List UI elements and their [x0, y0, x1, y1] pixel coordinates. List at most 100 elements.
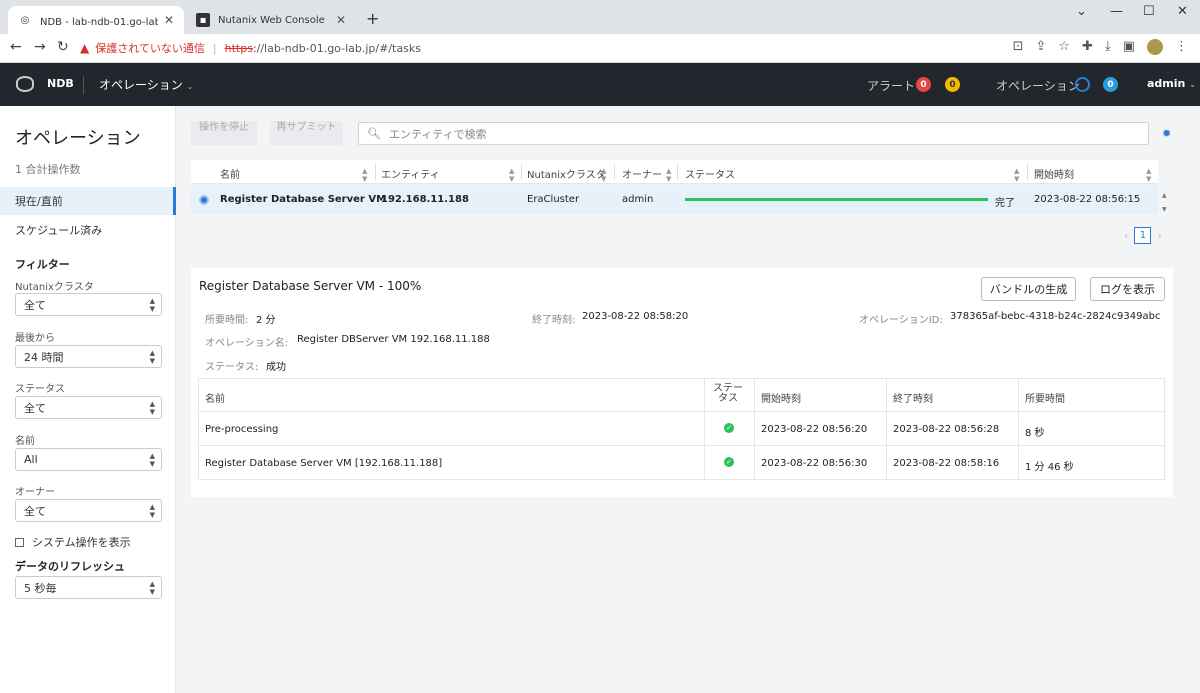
warning-triangle-icon: ▲: [80, 41, 90, 55]
column-header-status[interactable]: ステータス: [685, 166, 735, 181]
steps-column-status: ステータス: [713, 383, 743, 404]
tab-search-icon[interactable]: ⌄: [1076, 4, 1087, 19]
table-row[interactable]: Register Database Server VM 192.168.11.1…: [191, 185, 1158, 214]
close-window-icon[interactable]: ✕: [1177, 4, 1188, 19]
page-title: オペレーション: [15, 128, 141, 149]
filter-select-cluster[interactable]: 全て ▲ ▼: [15, 293, 162, 316]
refresh-select[interactable]: 5 秒毎 ▲ ▼: [15, 576, 162, 599]
filter-label-cluster: Nutanixクラスタ: [15, 282, 94, 293]
sidebar-item-scheduled[interactable]: スケジュール済み: [0, 216, 176, 244]
filter-select-since[interactable]: 24 時間 ▲ ▼: [15, 345, 162, 368]
column-header-name[interactable]: 名前: [220, 166, 240, 181]
sort-icon[interactable]: ▲ ▼: [1014, 167, 1019, 183]
success-check-icon: ✓: [724, 457, 734, 467]
view-log-button[interactable]: ログを表示: [1090, 277, 1165, 301]
sidepanel-icon[interactable]: ▣: [1123, 39, 1135, 55]
security-warning[interactable]: ▲ 保護されていない通信: [80, 40, 205, 56]
table-scrollbar[interactable]: ▲ ▼: [1162, 189, 1167, 217]
step-name: Register Database Server VM [192.168.11.…: [205, 458, 443, 469]
close-tab-icon[interactable]: ✕: [164, 13, 174, 27]
generate-bundle-button[interactable]: バンドルの生成: [981, 277, 1076, 301]
ndb-logo-icon: [16, 76, 34, 92]
divider: [521, 164, 522, 180]
main-menu-label: オペレーション: [99, 78, 183, 92]
operation-name-label: オペレーション名:: [205, 338, 289, 349]
new-tab-icon[interactable]: +: [366, 9, 379, 28]
sidebar-item-current[interactable]: 現在/直前: [0, 187, 176, 215]
checkbox[interactable]: [15, 537, 24, 547]
profile-avatar[interactable]: [1147, 39, 1163, 55]
chevron-right-icon[interactable]: ›: [1157, 229, 1161, 242]
gear-icon[interactable]: ✹: [1162, 127, 1171, 140]
sort-icon[interactable]: ▲ ▼: [509, 167, 514, 183]
warning-alert-badge[interactable]: 0: [945, 77, 960, 92]
chevron-down-icon: ⌄: [186, 82, 194, 91]
share-icon[interactable]: ⇪: [1035, 39, 1046, 55]
select-arrows-icon: ▲ ▼: [149, 502, 155, 519]
ndb-favicon-icon: ◎: [20, 14, 30, 26]
page-number-button[interactable]: 1: [1134, 227, 1152, 244]
alerts-label[interactable]: アラート: [867, 77, 915, 94]
sort-icon[interactable]: ▲ ▼: [1146, 167, 1151, 183]
filter-label-owner: オーナー: [15, 487, 55, 498]
status-value: 成功: [266, 362, 286, 373]
chevron-down-icon: ⌄: [1189, 80, 1196, 89]
close-tab-icon[interactable]: ✕: [336, 13, 346, 27]
extensions-icon[interactable]: ✚: [1082, 39, 1093, 55]
column-header-cluster[interactable]: Nutanixクラスタ: [527, 166, 606, 181]
minimize-icon[interactable]: —: [1110, 4, 1123, 19]
operations-label[interactable]: オペレーション: [996, 77, 1080, 94]
select-arrows-icon: ▲ ▼: [149, 399, 155, 416]
operation-id-value: 378365af-bebc-4318-b24c-2824c9349abc: [950, 311, 1161, 322]
translate-icon[interactable]: ⊡: [1013, 39, 1024, 55]
pagination: ‹ 1 ›: [1124, 227, 1162, 244]
bookmark-star-icon[interactable]: ☆: [1058, 39, 1070, 55]
row-entity: 192.168.11.188: [381, 194, 469, 205]
divider: [83, 76, 84, 94]
maximize-icon[interactable]: ☐: [1143, 4, 1155, 19]
browser-tab-ndb[interactable]: ◎ NDB - lab-ndb-01.go-lab.jp - オペ ✕: [8, 6, 184, 34]
user-menu[interactable]: admin ⌄: [1147, 77, 1196, 90]
sort-icon[interactable]: ▲ ▼: [601, 167, 606, 183]
column-header-start[interactable]: 開始時刻: [1034, 166, 1074, 181]
sort-icon[interactable]: ▲ ▼: [362, 167, 367, 183]
row-cluster: EraCluster: [527, 194, 580, 205]
filter-select-name[interactable]: All ▲ ▼: [15, 448, 162, 471]
row-start-time: 2023-08-22 08:56:15: [1034, 194, 1141, 205]
url-field[interactable]: ▲ 保護されていない通信 | https://lab-ndb-01.go-lab…: [80, 37, 1080, 59]
step-end: 2023-08-22 08:56:28: [893, 424, 1000, 435]
stop-operation-button[interactable]: 操作を停止: [191, 121, 257, 145]
filter-label-name: 名前: [15, 436, 35, 447]
main-menu-dropdown[interactable]: オペレーション ⌄: [99, 76, 193, 93]
operations-table-header: 名前 ▲ ▼ エンティティ ▲ ▼ Nutanixクラスタ ▲ ▼ オーナー ▲ ▼ ス…: [191, 160, 1158, 184]
sidebar: オペレーション 1 合計操作数 現在/直前 スケジュール済み フィルター Nut…: [0, 106, 176, 693]
step-duration: 8 秒: [1025, 428, 1045, 439]
chevron-left-icon[interactable]: ‹: [1124, 229, 1128, 242]
row-select-radio[interactable]: [199, 195, 209, 205]
download-icon[interactable]: ⤓: [1105, 39, 1111, 55]
sort-icon[interactable]: ▲ ▼: [666, 167, 671, 183]
back-icon[interactable]: ←: [10, 39, 22, 55]
forward-icon[interactable]: →: [34, 39, 46, 55]
show-system-ops-toggle[interactable]: システム操作を表示: [15, 534, 131, 550]
select-arrows-icon: ▲ ▼: [149, 579, 155, 596]
entity-search-input[interactable]: 🔍︎ エンティティで検索: [358, 122, 1149, 145]
operations-count-badge[interactable]: 0: [1103, 77, 1118, 92]
search-icon: 🔍︎: [367, 127, 381, 140]
steps-column-start: 開始時刻: [761, 394, 801, 405]
column-header-entity[interactable]: エンティティ: [381, 166, 440, 181]
divider: [677, 164, 678, 180]
browser-tab-nutanix[interactable]: ▪ Nutanix Web Console ✕: [186, 6, 356, 34]
steps-table-header: 名前 ステータス 開始時刻 終了時刻 所要時間: [199, 379, 1164, 412]
more-menu-icon[interactable]: ⋮: [1175, 39, 1188, 55]
reload-icon[interactable]: ↻: [57, 39, 69, 55]
security-warning-text: 保護されていない通信: [95, 42, 205, 55]
resubmit-button[interactable]: 再サブミット: [270, 121, 343, 145]
filter-select-status[interactable]: 全て ▲ ▼: [15, 396, 162, 419]
column-header-owner[interactable]: オーナー: [622, 166, 662, 181]
filter-select-owner[interactable]: 全て ▲ ▼: [15, 499, 162, 522]
critical-alert-badge[interactable]: 0: [916, 77, 931, 92]
step-end: 2023-08-22 08:58:16: [893, 458, 1000, 469]
divider: [375, 164, 376, 180]
detail-title: Register Database Server VM - 100%: [199, 279, 422, 293]
